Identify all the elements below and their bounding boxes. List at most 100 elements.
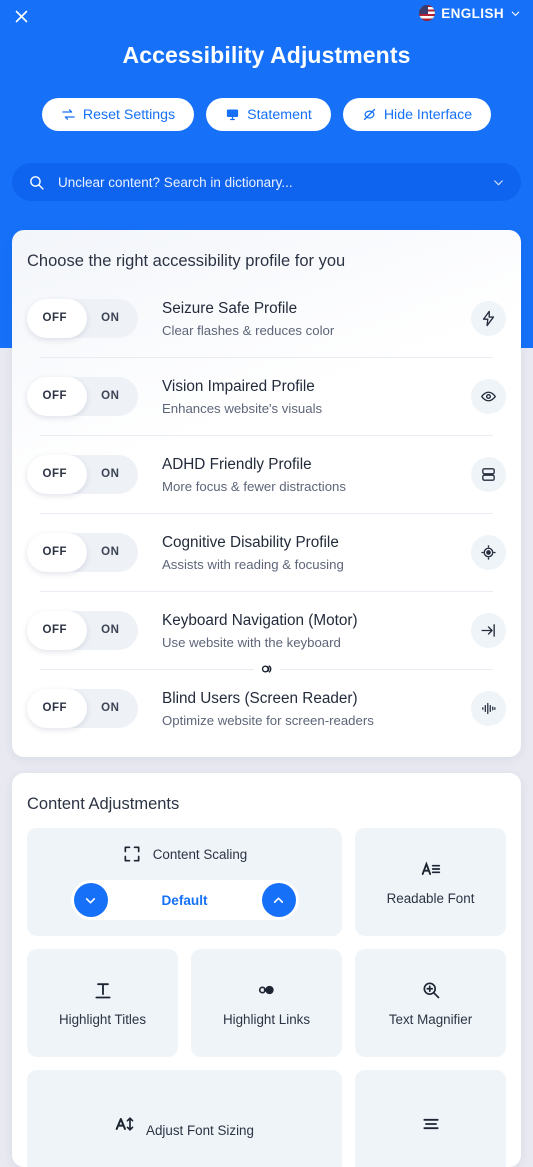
content-adjustments-card: Content Adjustments Content Scaling Defa… — [12, 773, 521, 1167]
reset-settings-label: Reset Settings — [82, 106, 176, 123]
toggle-on-label: ON — [101, 624, 120, 636]
profile-text: Seizure Safe Profile Clear flashes & red… — [162, 298, 471, 337]
content-scaling-tile[interactable]: Content Scaling Default — [27, 828, 342, 936]
content-scaling-decrease-button[interactable] — [73, 883, 108, 917]
statement-button[interactable]: Statement — [206, 98, 331, 131]
profile-text: Vision Impaired Profile Enhances website… — [162, 376, 471, 415]
content-adjustments-title: Content Adjustments — [27, 795, 180, 813]
highlight-links-label: Highlight Links — [222, 1011, 311, 1027]
highlight-titles-icon — [94, 982, 111, 998]
profiles-card: Choose the right accessibility profile f… — [12, 230, 521, 757]
profile-name: Blind Users (Screen Reader) — [162, 690, 358, 708]
profile-name: ADHD Friendly Profile — [162, 456, 312, 474]
expand-icon — [124, 846, 140, 862]
chevron-down-icon — [494, 179, 503, 185]
profile-row-blind-users: OFF ON Blind Users (Screen Reader) Optim… — [27, 659, 506, 747]
toggle-on-label: ON — [101, 702, 120, 714]
readable-font-tile[interactable]: Readable Font — [355, 828, 506, 936]
chevron-up-icon — [273, 897, 284, 903]
panels-icon — [471, 456, 506, 492]
highlight-titles-label: Highlight Titles — [58, 1011, 147, 1027]
link-chain-icon — [253, 659, 280, 679]
profile-desc: Assists with reading & focusing — [162, 556, 344, 572]
toggle-off-label: OFF — [42, 546, 67, 558]
statement-icon — [227, 109, 239, 121]
highlight-links-tile[interactable]: Highlight Links — [191, 949, 342, 1057]
content-scaling-increase-button[interactable] — [261, 883, 296, 917]
highlight-links-icon — [258, 985, 274, 994]
search-icon — [30, 175, 44, 190]
profiles-list: OFF ON Seizure Safe Profile Clear flashe… — [12, 279, 521, 747]
waveform-icon — [471, 690, 506, 726]
profile-name: Seizure Safe Profile — [162, 300, 298, 318]
language-label: ENGLISH — [441, 5, 504, 21]
profile-text: ADHD Friendly Profile More focus & fewer… — [162, 454, 471, 493]
content-scaling-stepper: Default — [70, 880, 299, 920]
profile-desc: Enhances website's visuals — [162, 400, 323, 416]
profile-row-cognitive-disability: OFF ON Cognitive Disability Profile Assi… — [27, 513, 506, 591]
toggle-vision-impaired[interactable]: OFF ON — [27, 376, 138, 416]
hide-interface-icon — [363, 108, 375, 121]
toggle-keyboard-navigation[interactable]: OFF ON — [27, 610, 138, 650]
toggle-on-label: ON — [101, 390, 120, 402]
dictionary-search-input[interactable]: Unclear content? Search in dictionary... — [12, 163, 521, 201]
statement-label: Statement — [247, 106, 312, 123]
accessibility-widget: ENGLISH Accessibility Adjustments Reset … — [0, 0, 533, 1167]
profile-row-vision-impaired: OFF ON Vision Impaired Profile Enhances … — [27, 357, 506, 435]
profile-name: Cognitive Disability Profile — [162, 534, 339, 552]
toggle-on-label: ON — [101, 546, 120, 558]
content-scaling-header: Content Scaling — [122, 844, 248, 864]
eye-icon — [471, 378, 506, 414]
toggle-off-label: OFF — [42, 468, 67, 480]
readable-font-icon — [421, 860, 440, 875]
profile-desc: Use website with the keyboard — [162, 634, 341, 650]
chevron-down-icon — [511, 11, 520, 16]
profile-row-keyboard-navigation: OFF ON Keyboard Navigation (Motor) Use w… — [27, 591, 506, 669]
arrow-to-bar-icon — [471, 612, 506, 648]
reset-settings-button[interactable]: Reset Settings — [41, 98, 195, 131]
toggle-on-label: ON — [101, 312, 120, 324]
content-adjustments-grid: Content Scaling Default Readable Font Hi… — [12, 814, 521, 1167]
text-magnifier-label: Text Magnifier — [388, 1011, 473, 1027]
profile-desc: Optimize website for screen-readers — [162, 712, 374, 728]
toggle-seizure-safe[interactable]: OFF ON — [27, 298, 138, 338]
chevron-down-icon — [85, 897, 96, 903]
toggle-blind-users[interactable]: OFF ON — [27, 688, 138, 728]
toggle-off-label: OFF — [42, 390, 67, 402]
header-actions: Reset Settings Statement Hide Interface — [0, 98, 533, 131]
profile-desc: Clear flashes & reduces color — [162, 322, 335, 338]
content-scaling-value: Default — [161, 892, 208, 908]
profile-row-seizure-safe: OFF ON Seizure Safe Profile Clear flashe… — [27, 279, 506, 357]
adjust-font-sizing-tile[interactable]: Adjust Font Sizing — [27, 1070, 342, 1167]
reset-icon — [62, 109, 75, 120]
profile-text: Cognitive Disability Profile Assists wit… — [162, 532, 471, 571]
line-height-icon — [422, 1118, 439, 1130]
language-selector[interactable]: ENGLISH — [419, 3, 521, 23]
toggle-off-label: OFF — [42, 624, 67, 636]
highlight-titles-tile[interactable]: Highlight Titles — [27, 949, 178, 1057]
hide-interface-button[interactable]: Hide Interface — [342, 98, 492, 131]
profiles-title: Choose the right accessibility profile f… — [27, 252, 346, 270]
profile-text: Keyboard Navigation (Motor) Use website … — [162, 610, 471, 649]
magnifier-plus-icon — [423, 982, 439, 998]
bolt-icon — [471, 300, 506, 336]
search-placeholder: Unclear content? Search in dictionary... — [58, 174, 293, 190]
profile-desc: More focus & fewer distractions — [162, 478, 346, 494]
readable-font-label: Readable Font — [386, 890, 475, 906]
content-scaling-label: Content Scaling — [152, 846, 248, 862]
toggle-cognitive-disability[interactable]: OFF ON — [27, 532, 138, 572]
hide-interface-label: Hide Interface — [383, 106, 473, 123]
font-size-icon — [115, 1117, 134, 1131]
toggle-adhd-friendly[interactable]: OFF ON — [27, 454, 138, 494]
profile-row-adhd-friendly: OFF ON ADHD Friendly Profile More focus … — [27, 435, 506, 513]
close-icon — [15, 10, 27, 22]
toggle-off-label: OFF — [42, 702, 67, 714]
toggle-off-label: OFF — [42, 312, 67, 324]
profile-name: Vision Impaired Profile — [162, 378, 315, 396]
profile-name: Keyboard Navigation (Motor) — [162, 612, 358, 630]
text-magnifier-tile[interactable]: Text Magnifier — [355, 949, 506, 1057]
line-height-tile[interactable] — [355, 1070, 506, 1167]
profile-text: Blind Users (Screen Reader) Optimize web… — [162, 688, 471, 727]
adjust-font-sizing-label: Adjust Font Sizing — [146, 1122, 254, 1138]
close-button[interactable] — [8, 3, 34, 29]
